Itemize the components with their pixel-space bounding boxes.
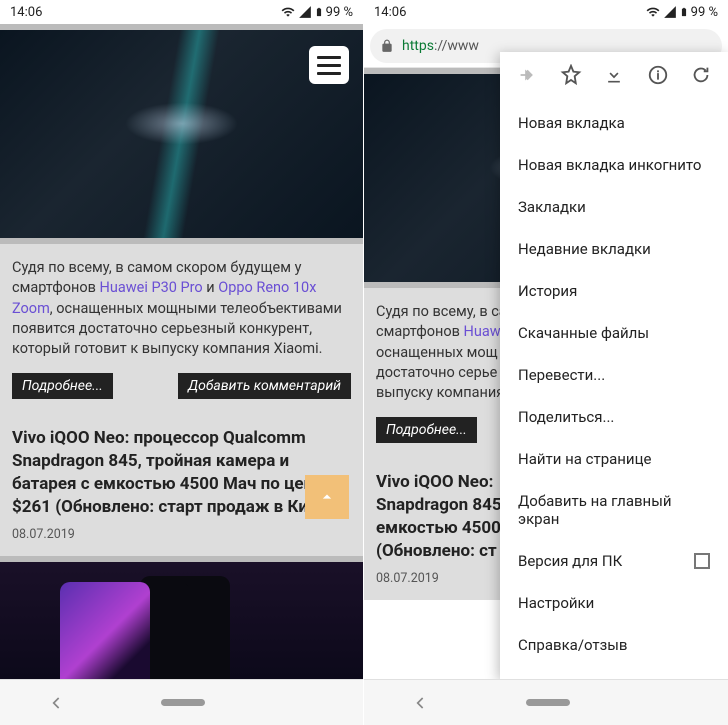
battery-icon [679,4,689,20]
forward-icon[interactable] [516,64,538,86]
menu-settings[interactable]: Настройки [500,582,728,624]
back-button[interactable] [47,693,67,713]
menu-list: Новая вкладка Новая вкладка инкогнито За… [500,98,728,670]
menu-translate[interactable]: Перевести... [500,354,728,396]
page-content-left[interactable]: Судя по всему, в самом скором будущем у … [0,24,363,679]
read-more-button[interactable]: Подробнее... [12,373,113,399]
article1-buttons: Подробнее... Добавить комментарий [0,373,363,413]
android-navbar [364,679,728,725]
lock-icon [380,39,394,53]
link-huawei-partial: Huaw [464,323,501,340]
menu-bookmarks[interactable]: Закладки [500,186,728,228]
clock: 14:06 [374,5,406,20]
home-pill[interactable] [161,699,205,706]
link-huawei-p30[interactable]: Huawei P30 Pro [100,279,203,296]
menu-downloads[interactable]: Скачанные файлы [500,312,728,354]
status-bar: 14:06 99 % [364,0,728,24]
scroll-to-top-button[interactable] [305,475,349,519]
menu-recent-tabs[interactable]: Недавние вкладки [500,228,728,270]
menu-icon-row [500,52,728,98]
android-navbar [0,679,363,725]
page-content-right: https://www Судя по всему, в самом скоро… [364,24,728,679]
info-icon[interactable] [647,64,669,86]
article1-image[interactable] [0,24,363,244]
menu-share[interactable]: Поделиться... [500,396,728,438]
menu-new-incognito[interactable]: Новая вкладка инкогнито [500,144,728,186]
wifi-icon [645,5,661,19]
status-icons: 99 % [280,4,353,20]
signal-icon [298,5,312,19]
read-more-button: Подробнее... [376,417,477,443]
article2-date: 08.07.2019 [0,525,363,556]
screenshot-left: 14:06 99 % Судя по всему, в самом скором… [0,0,364,725]
chevron-up-icon [317,487,337,507]
battery-percent: 99 % [326,5,353,20]
download-icon[interactable] [603,64,625,86]
menu-help-feedback[interactable]: Справка/отзыв [500,624,728,666]
overview-button[interactable] [665,695,681,711]
chrome-menu: Новая вкладка Новая вкладка инкогнито За… [500,52,728,679]
add-comment-button[interactable]: Добавить комментарий [178,373,351,399]
status-bar: 14:06 99 % [0,0,363,24]
menu-find-in-page[interactable]: Найти на странице [500,438,728,480]
battery-percent: 99 % [691,5,718,20]
menu-history[interactable]: История [500,270,728,312]
hamburger-menu-button[interactable] [309,46,349,84]
back-button[interactable] [411,693,431,713]
article2-image[interactable] [0,556,363,679]
home-pill[interactable] [526,699,570,706]
menu-new-tab[interactable]: Новая вкладка [500,102,728,144]
overview-button[interactable] [300,695,316,711]
desktop-site-checkbox[interactable] [694,553,710,569]
signal-icon [663,5,677,19]
menu-desktop-site[interactable]: Версия для ПК [500,540,728,582]
bookmark-star-icon[interactable] [560,64,582,86]
wifi-icon [280,5,296,19]
refresh-icon[interactable] [690,64,712,86]
article1-excerpt: Судя по всему, в самом скором будущем у … [0,244,363,373]
menu-add-to-homescreen[interactable]: Добавить на главный экран [500,480,728,540]
clock: 14:06 [10,5,42,20]
battery-icon [314,4,324,20]
status-icons: 99 % [645,4,718,20]
screenshot-right: 14:06 99 % https://www [364,0,728,725]
